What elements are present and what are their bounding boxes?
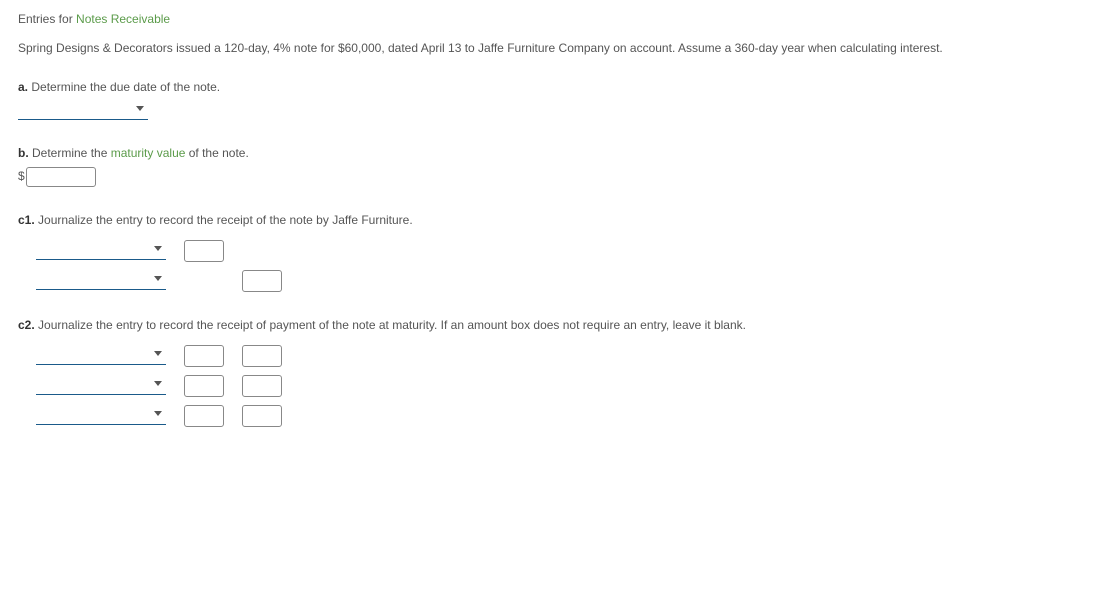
c2-debit-input-3[interactable] — [184, 405, 224, 427]
table-row — [36, 240, 1089, 262]
c1-account-dropdown-2[interactable] — [36, 272, 166, 290]
page-title: Entries for Notes Receivable — [18, 10, 1089, 29]
part-b-text-pre: Determine the — [29, 146, 111, 160]
chevron-down-icon — [154, 381, 162, 386]
c1-account-dropdown-1[interactable] — [36, 242, 166, 260]
maturity-value-input[interactable] — [26, 167, 96, 187]
due-date-dropdown[interactable] — [18, 102, 148, 120]
table-row — [36, 405, 1089, 427]
part-b-label: b. — [18, 146, 29, 160]
c2-debit-input-1[interactable] — [184, 345, 224, 367]
chevron-down-icon — [154, 246, 162, 251]
part-c2-label: c2. — [18, 318, 35, 332]
part-c1-label: c1. — [18, 213, 35, 227]
part-c2: c2. Journalize the entry to record the r… — [18, 316, 1089, 427]
problem-statement: Spring Designs & Decorators issued a 120… — [18, 39, 1089, 58]
chevron-down-icon — [136, 106, 144, 111]
c1-journal-table — [36, 240, 1089, 292]
c2-account-dropdown-1[interactable] — [36, 347, 166, 365]
c1-credit-input-2[interactable] — [242, 270, 282, 292]
part-c1: c1. Journalize the entry to record the r… — [18, 211, 1089, 292]
c2-account-dropdown-3[interactable] — [36, 407, 166, 425]
chevron-down-icon — [154, 411, 162, 416]
chevron-down-icon — [154, 276, 162, 281]
part-a-prompt: a. Determine the due date of the note. — [18, 78, 1089, 97]
part-a-label: a. — [18, 80, 28, 94]
part-c2-text: Journalize the entry to record the recei… — [35, 318, 746, 332]
c2-account-dropdown-2[interactable] — [36, 377, 166, 395]
maturity-value-link[interactable]: maturity value — [111, 146, 186, 160]
chevron-down-icon — [154, 351, 162, 356]
part-c1-prompt: c1. Journalize the entry to record the r… — [18, 211, 1089, 230]
c2-credit-input-2[interactable] — [242, 375, 282, 397]
spacer — [242, 240, 282, 262]
part-b-text-post: of the note. — [185, 146, 248, 160]
notes-receivable-link[interactable]: Notes Receivable — [76, 12, 170, 26]
table-row — [36, 375, 1089, 397]
part-a: a. Determine the due date of the note. — [18, 78, 1089, 119]
c1-debit-input-1[interactable] — [184, 240, 224, 262]
part-b-prompt: b. Determine the maturity value of the n… — [18, 144, 1089, 163]
c2-journal-table — [36, 345, 1089, 427]
maturity-value-row: $ — [18, 167, 1089, 187]
part-a-text: Determine the due date of the note. — [28, 80, 220, 94]
part-c1-text: Journalize the entry to record the recei… — [35, 213, 413, 227]
c2-debit-input-2[interactable] — [184, 375, 224, 397]
dollar-sign: $ — [18, 169, 25, 183]
c2-credit-input-1[interactable] — [242, 345, 282, 367]
spacer — [184, 270, 224, 292]
table-row — [36, 270, 1089, 292]
table-row — [36, 345, 1089, 367]
part-b: b. Determine the maturity value of the n… — [18, 144, 1089, 187]
title-prefix: Entries for — [18, 12, 76, 26]
part-c2-prompt: c2. Journalize the entry to record the r… — [18, 316, 1089, 335]
c2-credit-input-3[interactable] — [242, 405, 282, 427]
